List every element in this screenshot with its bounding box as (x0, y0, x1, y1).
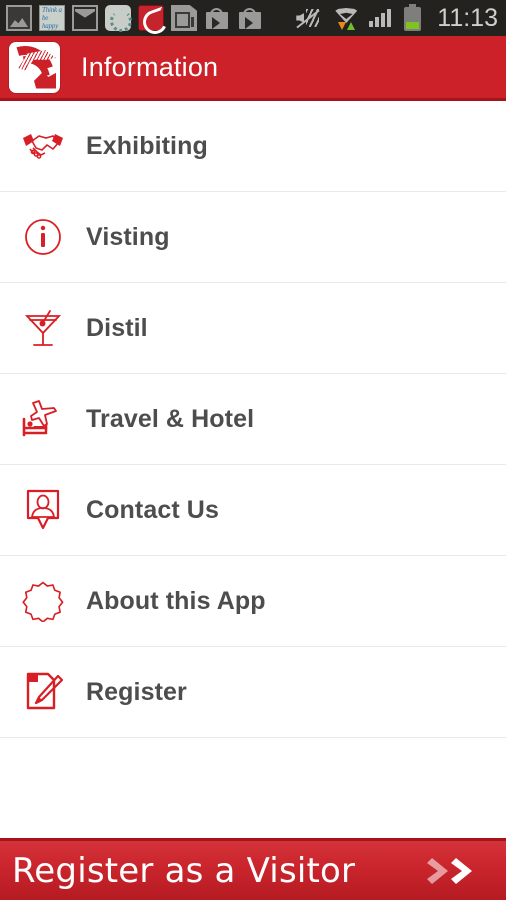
handshake-icon (17, 120, 69, 172)
starburst-badge-icon (17, 575, 69, 627)
play-store-icon-2 (237, 5, 263, 31)
battery-icon (404, 3, 422, 31)
menu-item-contact-us[interactable]: Contact Us (0, 465, 506, 556)
page-title: Information (81, 51, 219, 82)
plane-bed-icon (17, 393, 69, 445)
app-header-bar: Information (0, 36, 506, 101)
sync-progress-icon (105, 5, 132, 32)
menu-item-visting[interactable]: Visting (0, 192, 506, 283)
mute-icon (293, 5, 323, 31)
menu-item-label: Register (86, 677, 187, 706)
status-bar[interactable]: Think a be happy 11:13 (0, 0, 506, 36)
signal-icon (369, 5, 395, 31)
play-store-icon-1 (204, 5, 230, 31)
note-widget-icon: Think a be happy (39, 5, 65, 31)
menu-item-label: Distil (86, 313, 148, 342)
app-notification-icon (138, 5, 164, 31)
status-bar-system-icons: 11:13 (293, 3, 498, 32)
wifi-icon (332, 5, 360, 31)
menu-item-label: Contact Us (86, 495, 219, 524)
register-as-visitor-button[interactable]: Register as a Visitor (0, 838, 506, 900)
note-line-1: Think a (42, 6, 62, 14)
note-line-2: be happy (42, 14, 59, 30)
menu-item-label: Visting (86, 222, 170, 251)
document-pencil-icon (17, 666, 69, 718)
status-bar-clock: 11:13 (437, 4, 498, 32)
menu-item-label: Exhibiting (86, 131, 208, 160)
status-bar-notification-icons: Think a be happy (6, 5, 263, 32)
menu-item-about-this-app[interactable]: About this App (0, 556, 506, 647)
sd-card-icon (171, 5, 197, 31)
gallery-icon (6, 5, 32, 31)
gmail-icon (72, 5, 98, 31)
cta-label: Register as a Visitor (12, 850, 356, 891)
menu-item-exhibiting[interactable]: Exhibiting (0, 101, 506, 192)
info-circle-icon (17, 211, 69, 263)
menu-item-distil[interactable]: Distil (0, 283, 506, 374)
information-menu-list: Exhibiting Visting Distil Travel & Hotel… (0, 101, 506, 738)
double-chevron-right-icon (426, 852, 484, 890)
contact-pin-icon (17, 484, 69, 536)
cocktail-glass-icon (17, 302, 69, 354)
menu-item-register[interactable]: Register (0, 647, 506, 738)
app-logo-icon[interactable] (9, 41, 60, 93)
menu-item-travel-hotel[interactable]: Travel & Hotel (0, 374, 506, 465)
menu-item-label: Travel & Hotel (86, 404, 255, 433)
menu-item-label: About this App (86, 586, 266, 615)
